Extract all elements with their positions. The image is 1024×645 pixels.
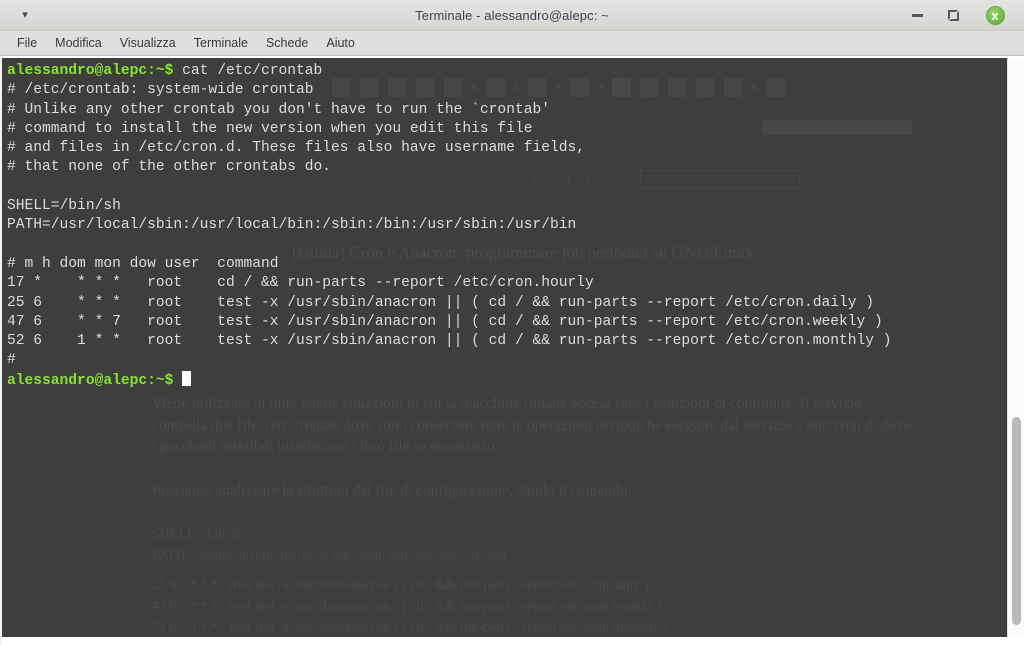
command-output: # /etc/crontab: system-wide crontab # Un… (7, 82, 892, 369)
menu-item-visualizza[interactable]: Visualizza (111, 33, 185, 53)
menu-item-schede[interactable]: Schede (257, 33, 317, 53)
maximize-button[interactable] (938, 0, 968, 31)
close-icon: x (985, 6, 1005, 25)
close-button[interactable]: x (980, 0, 1010, 31)
terminal-window: ▾ Terminale - alessandro@alepc: ~ x File… (0, 0, 1024, 645)
left-gutter (0, 56, 2, 645)
scrollbar-thumb[interactable] (1012, 416, 1021, 626)
shell-prompt-top: alessandro@alepc:~$ (7, 63, 174, 79)
ghost-code-block-2: 25 6 * * * root test -x /usr/sbin/anacro… (152, 578, 668, 635)
terminal-pane: 13 14 15 16 [Guida] Cron e Anacron: prog… (0, 56, 1024, 645)
ghost-article-paragraph-2: Possiamo analizzare la struttura del fil… (152, 482, 632, 499)
minimize-button[interactable] (902, 0, 932, 31)
terminal-scrollbar[interactable] (1007, 58, 1024, 637)
maximize-icon (947, 10, 959, 21)
ghost-code-block-1: SHELL=/bin/sh PATH=/usr/local/sbin:/usr/… (152, 527, 507, 563)
shell-prompt-bottom: alessandro@alepc:~$ (7, 372, 174, 389)
ghost-article-paragraph-1: Viene utilizzato in tutte quelle situazi… (152, 395, 911, 455)
typed-command: cat /etc/crontab (173, 63, 323, 79)
menu-item-terminale[interactable]: Terminale (185, 33, 257, 53)
terminal-output: alessandro@alepc:~$ cat /etc/crontab # /… (7, 62, 1002, 391)
menu-bar: File Modifica Visualizza Terminale Sched… (0, 31, 1024, 56)
terminal-screen[interactable]: 13 14 15 16 [Guida] Cron e Anacron: prog… (2, 58, 1024, 637)
chevron-down-icon[interactable]: ▾ (18, 9, 32, 23)
title-bar: ▾ Terminale - alessandro@alepc: ~ x (0, 0, 1024, 31)
minimize-icon (911, 14, 923, 17)
window-title: Terminale - alessandro@alepc: ~ (415, 7, 609, 23)
block-cursor (182, 370, 192, 386)
menu-item-aiuto[interactable]: Aiuto (317, 33, 364, 53)
menu-item-modifica[interactable]: Modifica (46, 33, 111, 53)
menu-item-file[interactable]: File (8, 33, 46, 53)
